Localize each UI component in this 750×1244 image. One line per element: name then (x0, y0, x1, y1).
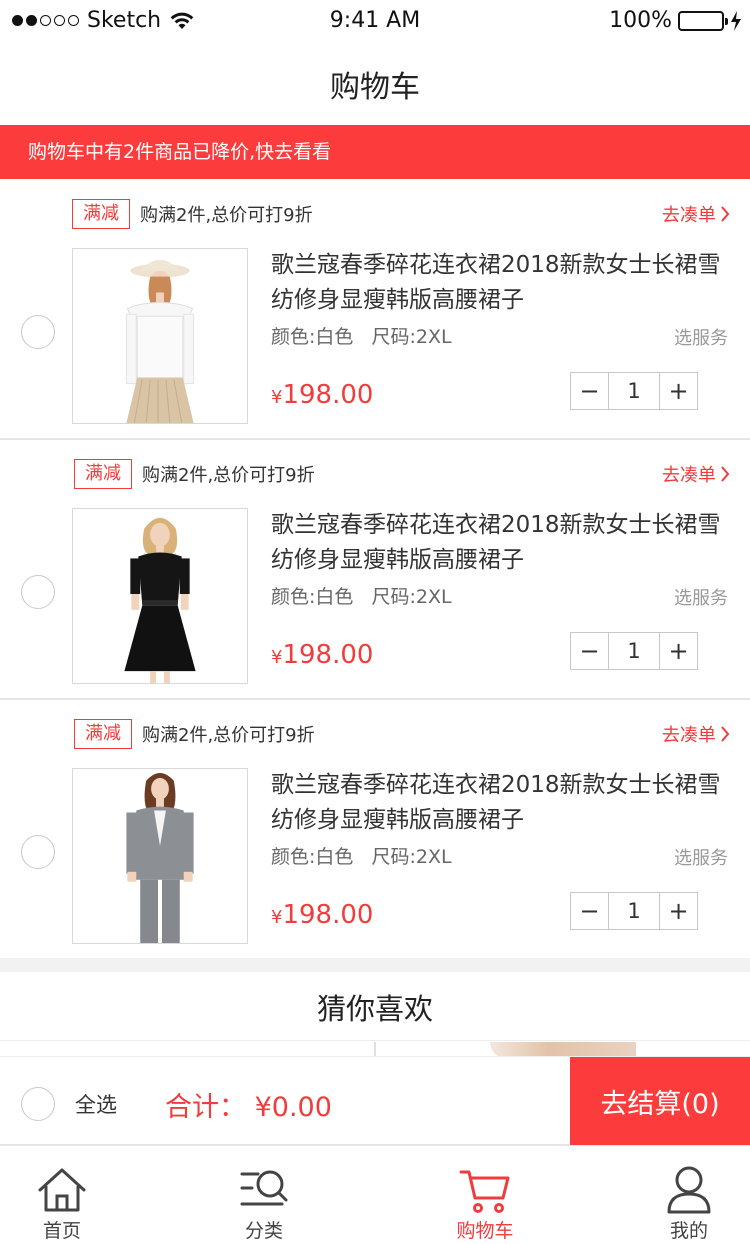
product-title[interactable]: 歌兰寇春季碎花连衣裙2018新款女士长裙雪纺修身显瘦韩版高腰裙子 (271, 508, 731, 578)
chevron-right-icon (721, 466, 730, 482)
item-select-radio[interactable] (21, 835, 55, 869)
tab-home[interactable]: 首页 (2, 1146, 122, 1244)
battery-status: 100% (609, 8, 742, 33)
charging-icon (731, 10, 741, 31)
select-all-radio[interactable] (21, 1087, 55, 1121)
product-price: ¥198.00 (271, 900, 373, 930)
chevron-right-icon (721, 206, 730, 222)
product-image[interactable] (72, 508, 248, 684)
product-title[interactable]: 歌兰寇春季碎花连衣裙2018新款女士长裙雪纺修身显瘦韩版高腰裙子 (271, 248, 731, 318)
item-select-radio[interactable] (21, 575, 55, 609)
category-search-icon (240, 1170, 288, 1206)
product-spec: 颜色:白色 尺码:2XL (271, 582, 452, 609)
section-divider (0, 958, 750, 972)
home-icon (38, 1168, 86, 1212)
grid-divider (374, 1042, 376, 1056)
product-image[interactable] (72, 768, 248, 944)
product-color: 颜色:白色 (271, 846, 354, 868)
tab-label: 购物车 (456, 1220, 514, 1242)
cart-item: 满减 购满2件,总价可打9折 去凑单 歌兰寇春季碎花连衣裙2018新款女士长裙雪… (0, 700, 750, 960)
product-size: 尺码:2XL (371, 586, 452, 608)
item-select-radio[interactable] (21, 315, 55, 349)
price-value: 198.00 (282, 640, 374, 670)
quantity-stepper: − 1 + (570, 892, 698, 930)
tab-label: 首页 (42, 1220, 81, 1242)
tab-label: 我的 (669, 1220, 708, 1242)
total-price: 合计： ¥0.00 (165, 1092, 332, 1123)
product-spec: 颜色:白色 尺码:2XL (271, 842, 452, 869)
recommend-section-title: 猜你喜欢 (316, 992, 433, 1026)
product-price: ¥198.00 (271, 640, 373, 670)
select-service-link[interactable]: 选服务 (674, 584, 728, 610)
select-all-label[interactable]: 全选 (75, 1089, 117, 1119)
promo-tag: 满减 (72, 199, 130, 229)
currency-symbol: ¥ (271, 907, 283, 928)
tab-cart[interactable]: 购物车 (425, 1146, 545, 1244)
battery-icon (678, 10, 728, 31)
promo-row: 满减 购满2件,总价可打9折 去凑单 (72, 198, 730, 230)
quantity-stepper: − 1 + (570, 372, 698, 410)
promo-link[interactable]: 去凑单 (662, 201, 730, 227)
checkout-bar: 全选 合计： ¥0.00 去结算(0) (0, 1056, 750, 1146)
promo-text: 购满2件,总价可打9折 (142, 725, 315, 746)
product-size: 尺码:2XL (371, 326, 452, 348)
select-service-link[interactable]: 选服务 (674, 324, 728, 350)
promo-link[interactable]: 去凑单 (662, 721, 730, 747)
promo-text: 购满2件,总价可打9折 (142, 465, 315, 486)
promo-row: 满减 购满2件,总价可打9折 去凑单 (74, 458, 730, 490)
promo-link-label[interactable]: 去凑单 (662, 201, 716, 227)
product-price: ¥198.00 (271, 380, 373, 410)
decrement-button[interactable]: − (571, 633, 608, 669)
user-icon (667, 1166, 711, 1214)
quantity-value[interactable]: 1 (608, 373, 660, 409)
promo-link-label[interactable]: 去凑单 (662, 721, 716, 747)
quantity-value[interactable]: 1 (608, 633, 660, 669)
promo-row: 满减 购满2件,总价可打9折 去凑单 (74, 718, 730, 750)
product-size: 尺码:2XL (371, 846, 452, 868)
price-value: 198.00 (282, 900, 374, 930)
promo-link-label[interactable]: 去凑单 (662, 461, 716, 487)
promo-link[interactable]: 去凑单 (662, 461, 730, 487)
decrement-button[interactable]: − (571, 893, 608, 929)
price-drop-notice[interactable]: 购物车中有2件商品已降价,快去看看 (0, 125, 750, 179)
cart-item: 满减 购满2件,总价可打9折 去凑单 歌兰寇春季碎花连衣裙2018新款女士长裙雪… (0, 180, 750, 440)
battery-percent: 100% (609, 8, 672, 33)
price-value: 198.00 (282, 380, 374, 410)
tab-category[interactable]: 分类 (204, 1146, 324, 1244)
cart-item: 满减 购满2件,总价可打9折 去凑单 歌兰寇春季碎花连衣裙2018新款女士长裙雪… (0, 440, 750, 700)
product-image[interactable] (72, 248, 248, 424)
promo-text: 购满2件,总价可打9折 (140, 205, 313, 226)
page-title: 购物车 (330, 70, 420, 105)
tab-bar: 首页 分类 购物车 我的 (0, 1146, 750, 1244)
increment-button[interactable]: + (660, 893, 697, 929)
checkout-button[interactable]: 去结算(0) (570, 1057, 750, 1145)
currency-symbol: ¥ (271, 387, 283, 408)
promo-tag: 满减 (74, 719, 132, 749)
product-spec: 颜色:白色 尺码:2XL (271, 322, 452, 349)
currency-symbol: ¥ (271, 647, 283, 668)
increment-button[interactable]: + (660, 373, 697, 409)
tab-profile[interactable]: 我的 (629, 1146, 749, 1244)
decrement-button[interactable]: − (571, 373, 608, 409)
quantity-value[interactable]: 1 (608, 893, 660, 929)
product-title[interactable]: 歌兰寇春季碎花连衣裙2018新款女士长裙雪纺修身显瘦韩版高腰裙子 (271, 768, 731, 838)
tab-label: 分类 (244, 1220, 283, 1242)
cart-icon (459, 1170, 510, 1213)
chevron-right-icon (721, 726, 730, 742)
product-color: 颜色:白色 (271, 326, 354, 348)
select-service-link[interactable]: 选服务 (674, 844, 728, 870)
increment-button[interactable]: + (660, 633, 697, 669)
promo-tag: 满减 (74, 459, 132, 489)
quantity-stepper: − 1 + (570, 632, 698, 670)
product-color: 颜色:白色 (271, 586, 354, 608)
status-bar: Sketch 9:41 AM 100% (0, 0, 750, 44)
